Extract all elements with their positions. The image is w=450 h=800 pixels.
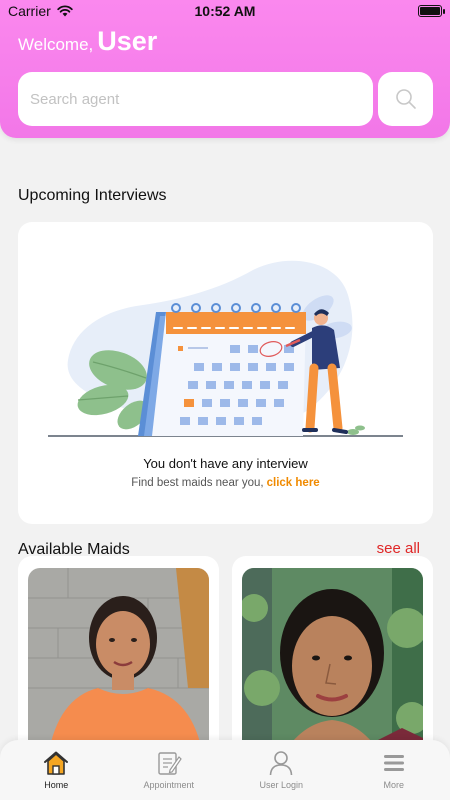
empty-interview-message: You don't have any interview	[143, 456, 308, 471]
search-icon	[395, 89, 416, 109]
bottom-nav: Home Appointment User Login More	[0, 740, 450, 800]
wifi-icon	[57, 5, 73, 17]
battery-icon	[418, 5, 445, 17]
maid-card[interactable]	[232, 556, 433, 756]
nav-item-user-login[interactable]: User Login	[225, 740, 338, 800]
find-maids-row: Find best maids near you, click here	[18, 477, 433, 489]
interview-card: You don't have any interview Find best m…	[18, 222, 433, 524]
see-all-link[interactable]: see all	[377, 540, 420, 557]
find-maids-text: Find best maids near you,	[131, 477, 264, 489]
carrier-label: Carrier	[8, 3, 51, 19]
calendar-illustration	[48, 260, 403, 437]
user-name: User	[97, 26, 158, 56]
nav-label-user-login: User Login	[259, 780, 304, 790]
nav-item-more[interactable]: More	[338, 740, 450, 800]
user-icon	[269, 751, 293, 776]
nav-item-appointment[interactable]: Appointment	[113, 740, 226, 800]
nav-item-home[interactable]: Home	[0, 740, 113, 800]
status-bar: Carrier 10:52 AM	[0, 0, 450, 22]
welcome-label: Welcome,	[18, 35, 94, 54]
search-button[interactable]	[378, 72, 433, 126]
maid-card[interactable]	[18, 556, 219, 756]
search-input[interactable]	[18, 72, 373, 126]
home-icon	[44, 751, 69, 775]
maid-photo	[242, 568, 423, 756]
welcome-greeting: Welcome, User	[18, 26, 157, 57]
nav-label-appointment: Appointment	[143, 780, 195, 790]
maid-photo	[28, 568, 209, 756]
appointment-icon	[158, 752, 182, 775]
click-here-link[interactable]: click here	[267, 477, 320, 489]
nav-label-more: More	[383, 780, 404, 790]
nav-label-home: Home	[44, 780, 69, 790]
menu-icon	[383, 755, 404, 771]
upcoming-interviews-title: Upcoming Interviews	[18, 187, 167, 204]
